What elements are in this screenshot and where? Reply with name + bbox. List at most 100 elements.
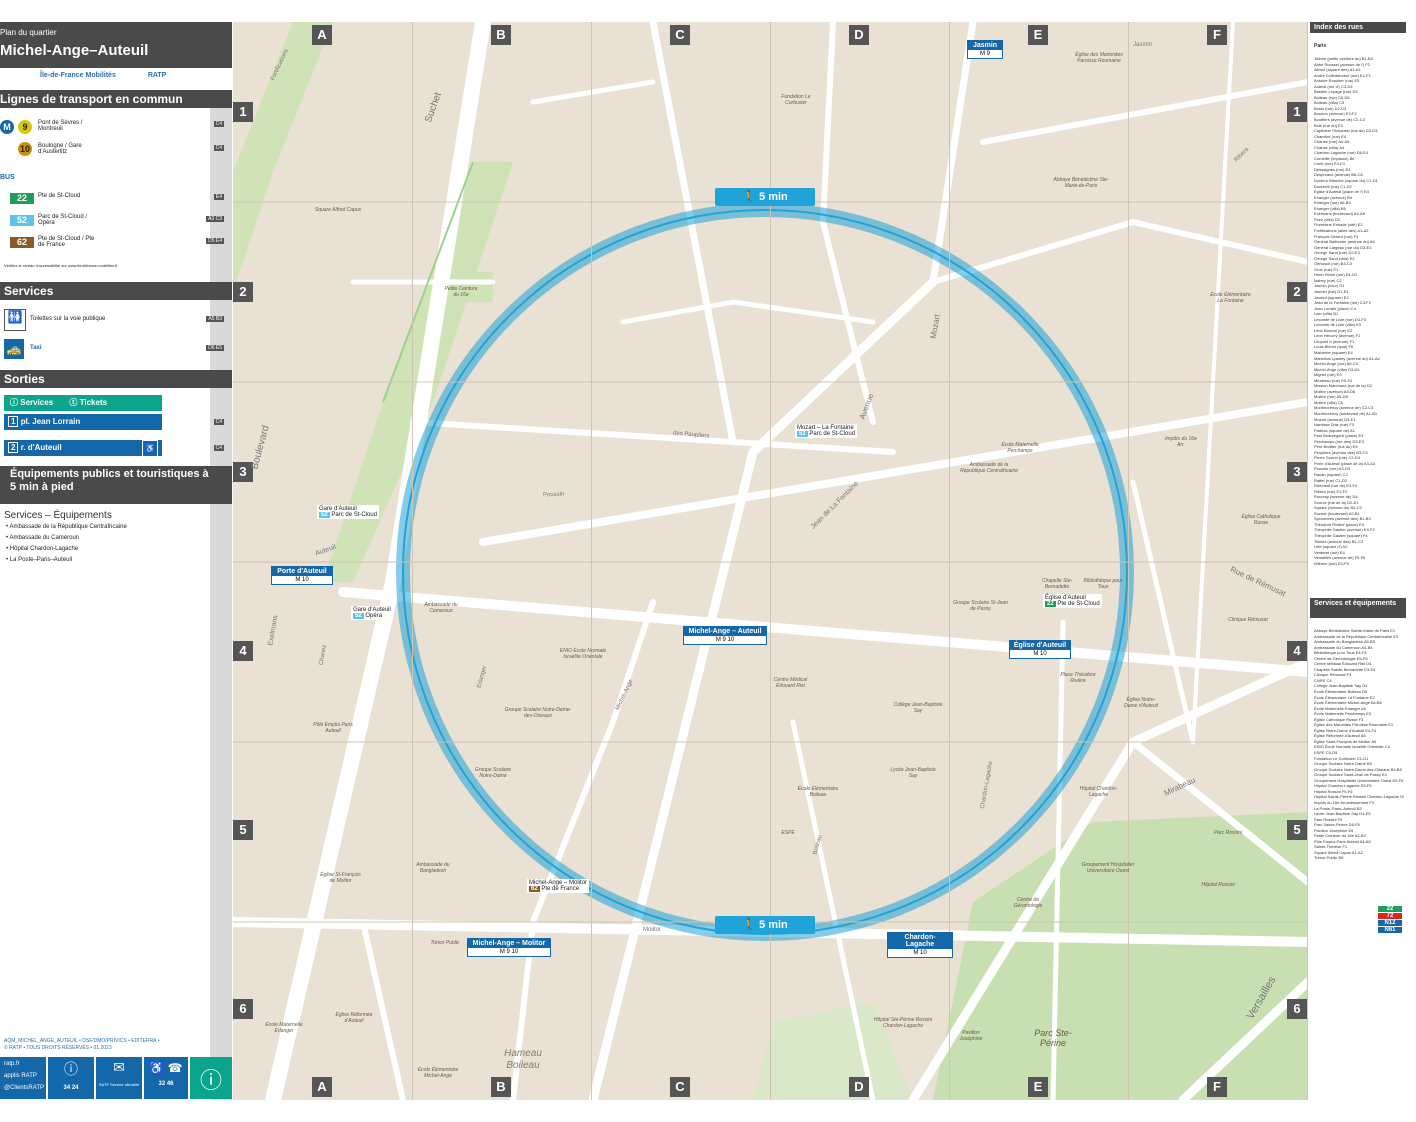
info-icon: ⓘ <box>64 1061 78 1077</box>
busstop-gare-auteuil-1[interactable]: Gare d'Auteuil 52 Parc de St-Cloud <box>317 505 380 519</box>
grid-label-row: 5 <box>233 820 253 840</box>
poi-label: Lycée Jean-Baptiste Say <box>890 767 936 779</box>
contact-links: ratp.fr applis RATP @ClientsRATP <box>0 1057 46 1099</box>
grid-label-row: 2 <box>233 282 253 302</box>
mail-icon: ✉ <box>113 1059 125 1075</box>
poi-label: Église Catholique Russe <box>1241 514 1281 526</box>
poi-label: Hôpital Chardon-Lagache <box>1079 786 1118 798</box>
street-index: Index des rues Paris 18ème (petite ceint… <box>1310 22 1406 1100</box>
grid-label-col: C <box>670 1077 690 1097</box>
index-city: Paris <box>1314 43 1327 49</box>
equip-item: • Ambassade de la République Centrafrica… <box>6 524 127 530</box>
grid-label-col: C <box>670 25 690 45</box>
street-label: Molitor <box>643 927 662 933</box>
poi-label: Chapelle Ste-Bernadette <box>1041 578 1073 590</box>
services-index-list: Abbaye Bénédictine Sainte-Marie de Paris… <box>1314 628 1404 861</box>
toilets-ref: A5 B3 <box>206 316 224 322</box>
grid-col <box>1128 22 1308 1100</box>
poi-label: ENIO École Normale Israélite Orientale <box>559 648 607 660</box>
poi-label: Collège Jean-Baptiste Say <box>893 702 943 714</box>
big-info-icon: ⓘ <box>199 1068 222 1093</box>
index-service-entry: Abbaye Bénédictine Sainte-Marie de Paris… <box>1314 628 1396 633</box>
busstop-michel-ange-molitor[interactable]: Michel-Ange – Molitor 62 Pte de France <box>527 879 590 893</box>
grid-label-row: 2 <box>1287 282 1307 302</box>
poi-label: Fondation Le Corbusier <box>781 94 811 106</box>
mail-contact: ✉ RATP Service clientèle <box>96 1057 142 1099</box>
tab-tickets: Tickets <box>79 398 108 407</box>
grid-label-col: E <box>1028 25 1048 45</box>
grid-label-row: 4 <box>1287 641 1307 661</box>
poi-label: Clinique Rémusat <box>1228 617 1268 623</box>
poi-label: Groupe Scolaire Notre-Dame <box>474 767 512 779</box>
footer-code: AQM_MICHEL_ANGE_AUTEUIL • DSF/DMO/PRIVIC… <box>4 1038 160 1044</box>
poi-label: Église Notre-Dame d'Auteuil <box>1124 697 1158 709</box>
bus-badge: N12 <box>1378 920 1402 926</box>
station-eglise-auteuil[interactable]: Église d'Auteuil M 10 <box>1009 640 1071 659</box>
equipements-sub: Services – Équipements <box>4 510 112 521</box>
poi-label: Groupe Scolaire St-Jean de Passy <box>953 600 1008 612</box>
station-porte-auteuil[interactable]: Porte d'Auteuil M 10 <box>271 566 333 585</box>
grid-col <box>233 22 413 1100</box>
page-title: Michel-Ange–Auteuil <box>0 42 149 59</box>
grid-label-row: 6 <box>1287 999 1307 1019</box>
poi-label: Square Alfred Capus <box>314 207 362 213</box>
accessibility-icons: ♿ ☎ <box>149 1061 183 1075</box>
poi-label: Parc Ste-Périne <box>1034 1028 1072 1048</box>
poi-label: ESPE <box>781 830 795 836</box>
neighborhood-map[interactable]: A B C D E F A B C D E F 1 2 3 4 5 6 1 2 … <box>233 22 1308 1100</box>
poi-label: Pavillon Joséphine <box>959 1030 983 1042</box>
busstop-gare-auteuil-2[interactable]: Gare d'Auteuil 52 Opéra <box>351 606 393 620</box>
station-chardon-lagache[interactable]: Chardon-Lagache M 10 <box>887 932 953 958</box>
idf-logo: Île-de-France Mobilités <box>40 72 116 79</box>
grid-label-row: 6 <box>233 999 253 1019</box>
title-box: Plan du quartier Michel-Ange–Auteuil <box>0 22 232 68</box>
grid-label-col: E <box>1028 1077 1048 1097</box>
street-index-list: 18ème (petite ceinture du) B1-B2 Abbé Rou… <box>1314 56 1404 566</box>
phone-contact: ⓘ 34 24 <box>48 1057 94 1099</box>
poi-label: École Élémentaire Boileau <box>797 786 839 798</box>
busstop-eglise-auteuil[interactable]: Église d'Auteuil 22 Pte de St-Cloud <box>1043 594 1102 608</box>
tab-services: Services <box>20 398 54 407</box>
footer-rights: © RATP • TOUS DROITS RÉSERVÉS • 01.2023 <box>4 1045 112 1051</box>
exit-1-ref: C4 <box>213 419 224 425</box>
night-bus-badges: 22 72 N12 N61 <box>1378 906 1402 934</box>
poi-label: Église St-François de Molitor <box>320 872 361 884</box>
poi-label: Bibliothèque pour Tous <box>1083 578 1123 590</box>
station-michel-ange-molitor[interactable]: Michel-Ange – Molitor M 9 10 <box>467 938 551 957</box>
accessibility-contact: ♿ ☎ 32 46 <box>144 1057 188 1099</box>
poi-label: Hôpital Ste-Périne Rossini Chardon-Lagac… <box>873 1017 933 1029</box>
grid-label-col: A <box>312 25 332 45</box>
grid-label-col: F <box>1207 1077 1227 1097</box>
station-jasmin[interactable]: Jasmin M 9 <box>967 40 1003 59</box>
services-index-heading: Services et équipements <box>1310 598 1406 618</box>
bus-52-dest: Parc de St-Cloud / Opéra <box>38 214 88 226</box>
transport-heading: Lignes de transport en commun <box>0 90 232 108</box>
grid-label-col: D <box>849 1077 869 1097</box>
station-michel-ange-auteuil[interactable]: Michel-Ange – Auteuil M 9 10 <box>683 626 767 645</box>
logos: Île-de-France Mobilités RATP <box>40 72 196 79</box>
grid-label-row: 1 <box>1287 102 1307 122</box>
exit-2-label: r. d'Auteuil <box>20 443 62 452</box>
poi-label: Abbaye Bénédictine Ste-Marie-de-Paris <box>1053 177 1109 189</box>
metro-line-9-dest: Pont de Sèvres / Montreuil <box>38 120 83 132</box>
poi-label: Impôts du 16e Arr. <box>1165 436 1197 448</box>
toilets-label: Toilettes sur la voie publique <box>30 316 106 322</box>
street-label: Jasmin <box>1133 42 1153 48</box>
poi-label: Groupement Hospitalier Universitaire Oue… <box>1081 862 1135 874</box>
poi-label: Place Théodore Rivière <box>1060 672 1096 684</box>
poi-label: École Maternelle Perchamps <box>1001 442 1039 454</box>
metro-line-9-badge: 9 <box>18 120 32 134</box>
poi-label: Hameau Boileau <box>504 1048 542 1071</box>
services-heading: Services <box>0 282 232 300</box>
ratp-logo: RATP <box>147 72 167 79</box>
kicker: Plan du quartier <box>0 28 57 37</box>
bus-22-dest: Pte de St-Cloud <box>38 193 81 199</box>
grid-label-col: B <box>491 25 511 45</box>
bus-badge: 22 <box>1378 906 1402 912</box>
accessibility-note: Vérifiez le niveau d'accessibilité sur w… <box>4 263 118 268</box>
grid-label-row: 4 <box>233 641 253 661</box>
busstop-mozart-la-fontaine[interactable]: Mozart – La Fontaine 52 Parc de St-Cloud <box>795 424 858 438</box>
left-panel: Plan du quartier Michel-Ange–Auteuil Île… <box>0 22 232 1100</box>
taxi-label: Taxi <box>30 345 42 351</box>
index-heading: Index des rues <box>1310 22 1406 33</box>
